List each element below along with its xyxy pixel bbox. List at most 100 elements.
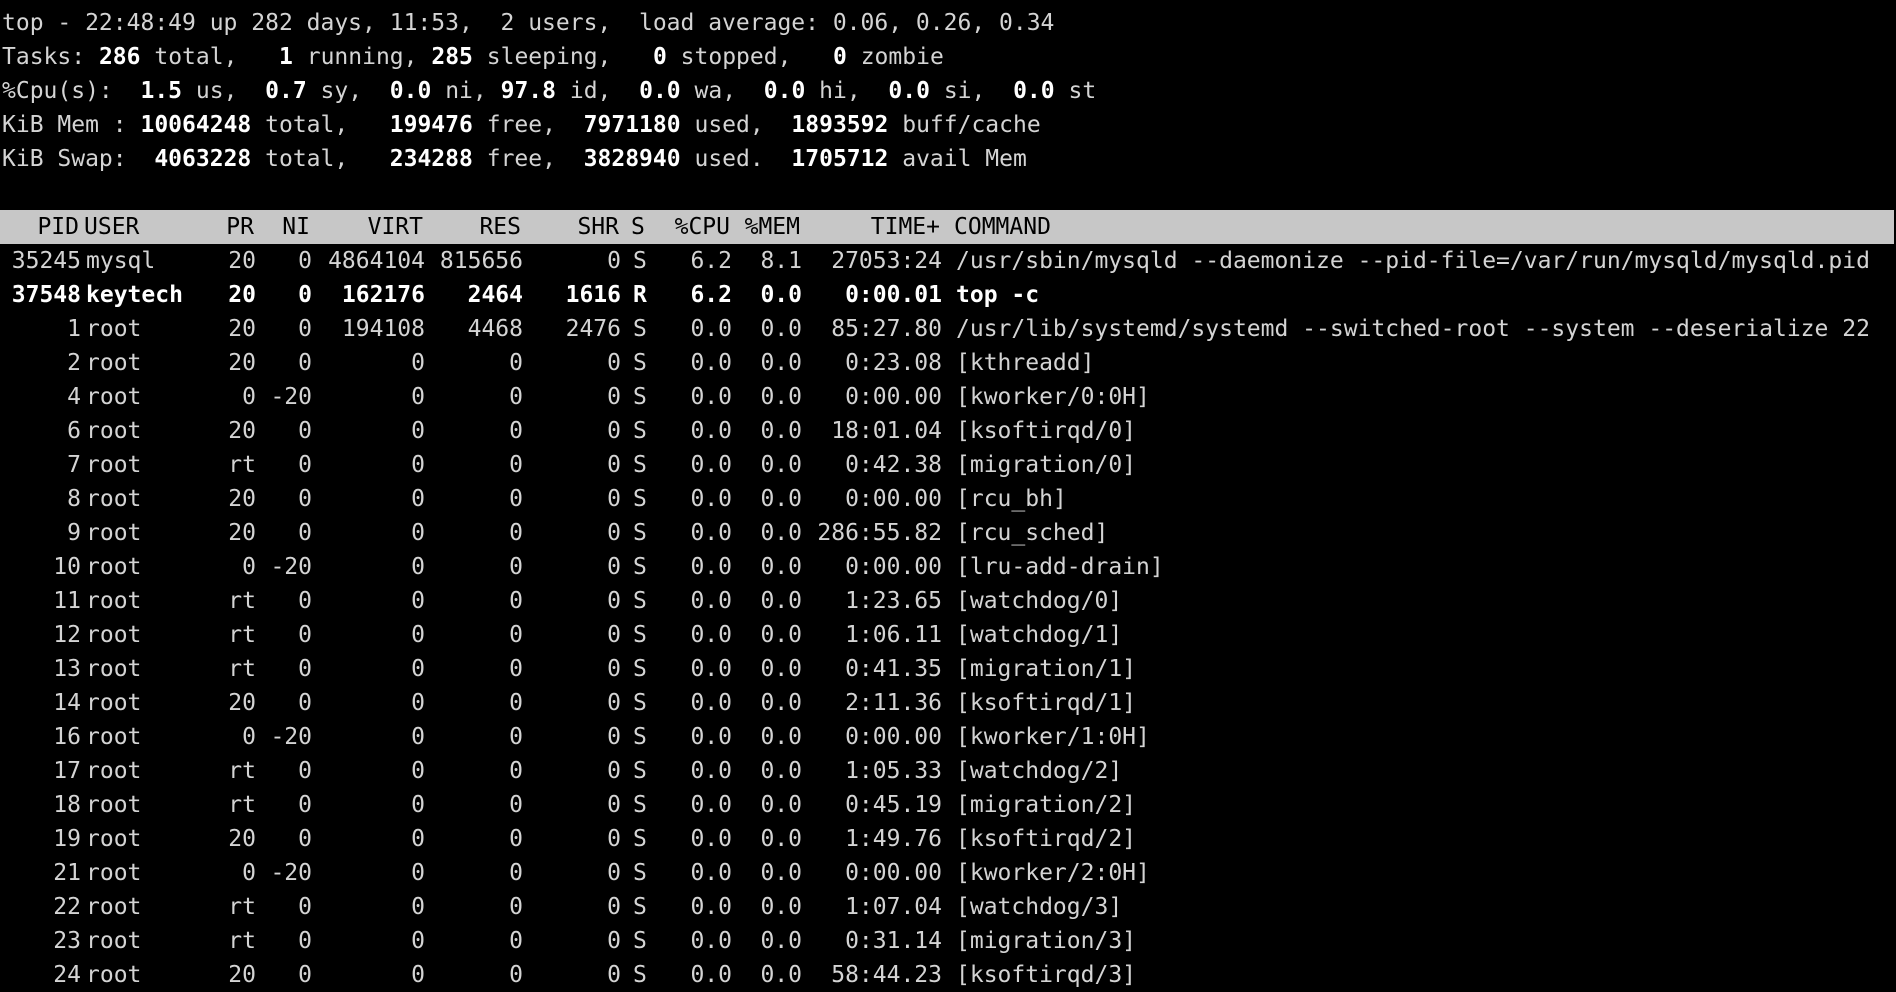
table-row[interactable]: 37548 keytech 20 0 162176 2464 1616 R 6.2 0.0 0:00…: [2, 278, 1894, 312]
process-pid: 24: [53, 962, 81, 988]
process-nice: 0: [298, 486, 312, 512]
process-command: [watchdog/3]: [956, 894, 1123, 920]
process-cpu: 0.0: [690, 928, 732, 954]
process-res: 2464: [467, 282, 523, 308]
swap-used-label: used.: [694, 146, 764, 172]
table-row[interactable]: 9 root 20 0 0 0 0 S 0.0 0.0 286:55.82 [rcu_sched]: [2, 516, 1894, 550]
process-virt: 162176: [341, 282, 425, 308]
tasks-total: 286: [98, 44, 141, 70]
process-cpu: 0.0: [690, 690, 732, 716]
process-state: S: [633, 316, 647, 342]
col-mem: %MEM: [744, 214, 800, 240]
table-row[interactable]: 21 root 0 -20 0 0 0 S 0.0 0.0 0:00.00 [kworker/2:0H…: [2, 856, 1894, 890]
process-res: 4468: [467, 316, 523, 342]
process-shr: 2476: [565, 316, 621, 342]
process-virt: 0: [411, 826, 425, 852]
process-shr: 0: [607, 588, 621, 614]
table-row[interactable]: 7 root rt 0 0 0 0 S 0.0 0.0 0:42.38 [migration/0]: [2, 448, 1894, 482]
process-state: S: [633, 962, 647, 988]
table-row[interactable]: 13 root rt 0 0 0 0 S 0.0 0.0 0:41.35 [migration/1]: [2, 652, 1894, 686]
table-row[interactable]: 2 root 20 0 0 0 0 S 0.0 0.0 0:23.08 [kthreadd]: [2, 346, 1894, 380]
process-pid: 9: [67, 520, 81, 546]
process-time: 0:00.00: [845, 384, 942, 410]
process-pid: 12: [53, 622, 81, 648]
process-user: root: [86, 622, 142, 648]
table-row[interactable]: 16 root 0 -20 0 0 0 S 0.0 0.0 0:00.00 [kworker/1:0H…: [2, 720, 1894, 754]
table-row[interactable]: 6 root 20 0 0 0 0 S 0.0 0.0 18:01.04 [ksoftirqd/0]: [2, 414, 1894, 448]
process-shr: 0: [607, 622, 621, 648]
process-nice: 0: [298, 520, 312, 546]
process-cpu: 0.0: [690, 894, 732, 920]
process-nice: 0: [298, 316, 312, 342]
process-time: 286:55.82: [817, 520, 942, 546]
table-row[interactable]: 11 root rt 0 0 0 0 S 0.0 0.0 1:23.65 [watchdog/0]: [2, 584, 1894, 618]
process-command: [rcu_bh]: [956, 486, 1067, 512]
process-nice: 0: [298, 656, 312, 682]
table-row[interactable]: 24 root 20 0 0 0 0 S 0.0 0.0 58:44.23 [ksoftirqd/3]: [2, 958, 1894, 992]
process-state: S: [633, 486, 647, 512]
table-row[interactable]: 19 root 20 0 0 0 0 S 0.0 0.0 1:49.76 [ksoftirqd/2]: [2, 822, 1894, 856]
process-res: 0: [509, 452, 523, 478]
process-cpu: 0.0: [690, 452, 732, 478]
cpu-sy-label: sy,: [320, 78, 363, 104]
process-virt: 0: [411, 384, 425, 410]
process-time: 0:00.00: [845, 554, 942, 580]
process-priority: rt: [228, 894, 256, 920]
table-row[interactable]: 4 root 0 -20 0 0 0 S 0.0 0.0 0:00.00 [kworker/0:0H]: [2, 380, 1894, 414]
process-res: 0: [509, 962, 523, 988]
process-nice: 0: [298, 588, 312, 614]
process-priority: 0: [242, 724, 256, 750]
process-command: [migration/1]: [956, 656, 1137, 682]
table-row[interactable]: 12 root rt 0 0 0 0 S 0.0 0.0 1:06.11 [watchdog/1]: [2, 618, 1894, 652]
process-command: [lru-add-drain]: [956, 554, 1164, 580]
process-mem: 0.0: [760, 418, 802, 444]
process-command: [watchdog/0]: [956, 588, 1123, 614]
table-row[interactable]: 23 root rt 0 0 0 0 S 0.0 0.0 0:31.14 [migration/3]: [2, 924, 1894, 958]
process-shr: 0: [607, 452, 621, 478]
process-virt: 0: [411, 724, 425, 750]
table-row[interactable]: 14 root 20 0 0 0 0 S 0.0 0.0 2:11.36 [ksoftirqd/1]: [2, 686, 1894, 720]
table-row[interactable]: 1 root 20 0 194108 4468 2476 S 0.0 0.0 85:27.80/us…: [2, 312, 1894, 346]
table-row[interactable]: 17 root rt 0 0 0 0 S 0.0 0.0 1:05.33 [watchdog/2]: [2, 754, 1894, 788]
process-priority: 20: [228, 316, 256, 342]
process-command: [migration/3]: [956, 928, 1137, 954]
process-mem: 0.0: [760, 588, 802, 614]
process-user: root: [86, 724, 142, 750]
process-mem: 0.0: [760, 928, 802, 954]
cpu-id: 97.8: [500, 78, 556, 104]
col-virt: VIRT: [367, 214, 423, 240]
process-priority: 20: [228, 418, 256, 444]
process-user: keytech: [86, 282, 183, 308]
process-time: 0:00.00: [845, 724, 942, 750]
process-priority: 0: [242, 860, 256, 886]
process-shr: 0: [607, 350, 621, 376]
process-mem: 0.0: [760, 690, 802, 716]
process-mem: 0.0: [760, 622, 802, 648]
terminal-window[interactable]: top - 22:48:49 up 282 days, 11:53, 2 use…: [0, 6, 1894, 992]
table-row[interactable]: 18 root rt 0 0 0 0 S 0.0 0.0 0:45.19 [migration/2]: [2, 788, 1894, 822]
table-row[interactable]: 10 root 0 -20 0 0 0 S 0.0 0.0 0:00.00 [lru-add-drai…: [2, 550, 1894, 584]
table-row[interactable]: 35245 mysql 20 0 4864104 815656 0 S 6.2 8.1 27053:…: [2, 244, 1894, 278]
process-time: 0:41.35: [845, 656, 942, 682]
process-user: root: [86, 554, 142, 580]
process-nice: 0: [298, 792, 312, 818]
process-command: [migration/0]: [956, 452, 1137, 478]
process-command: [kworker/1:0H]: [956, 724, 1150, 750]
mem-buff: 1893592: [791, 112, 889, 138]
swap-total-label: total,: [265, 146, 349, 172]
process-shr: 0: [607, 724, 621, 750]
process-nice: 0: [298, 962, 312, 988]
table-row[interactable]: 8 root 20 0 0 0 0 S 0.0 0.0 0:00.00 [rcu_bh]: [2, 482, 1894, 516]
table-row[interactable]: 22 root rt 0 0 0 0 S 0.0 0.0 1:07.04 [watchdog/3]: [2, 890, 1894, 924]
process-virt: 194108: [341, 316, 425, 342]
process-priority: 20: [228, 962, 256, 988]
process-mem: 0.0: [760, 520, 802, 546]
process-shr: 0: [607, 962, 621, 988]
process-priority: 0: [242, 554, 256, 580]
process-command: [ksoftirqd/2]: [956, 826, 1137, 852]
process-virt: 0: [411, 622, 425, 648]
col-s: S: [631, 214, 645, 240]
process-mem: 0.0: [760, 962, 802, 988]
process-time: 58:44.23: [831, 962, 942, 988]
process-nice: 0: [298, 826, 312, 852]
